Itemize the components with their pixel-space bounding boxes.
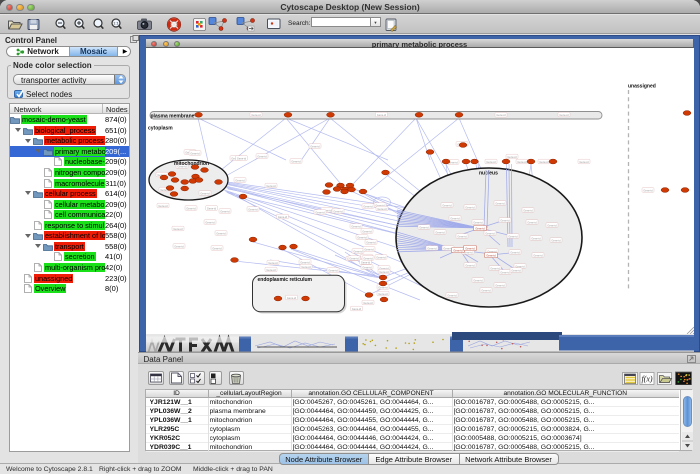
svg-text:Gene-id: Gene-id [496,113,506,117]
svg-text:Gene-id: Gene-id [333,209,343,213]
svg-text:Gene-id: Gene-id [174,244,184,248]
svg-text:Gene-id: Gene-id [301,265,311,269]
svg-text:Gene-id: Gene-id [485,231,495,235]
svg-text:Gene-id: Gene-id [463,250,473,254]
svg-text:Gene-id: Gene-id [353,249,363,253]
svg-text:Gene-id: Gene-id [366,240,376,244]
svg-text:Gene-id: Gene-id [361,260,371,264]
svg-text:Gene-id: Gene-id [362,229,372,233]
svg-text:Gene-id: Gene-id [500,270,510,274]
svg-text:Gene-id: Gene-id [363,204,373,208]
svg-text:Gene-id: Gene-id [533,253,543,257]
svg-text:Gene-id: Gene-id [473,220,483,224]
svg-text:Gene-id: Gene-id [447,293,457,297]
svg-text:Gene-id: Gene-id [251,113,261,117]
svg-text:Gene-id: Gene-id [453,248,463,252]
svg-text:plasma membrane: plasma membrane [151,114,195,120]
svg-text:Gene-id: Gene-id [551,238,561,242]
svg-text:Gene-id: Gene-id [547,223,557,227]
svg-text:Gene-id: Gene-id [517,160,527,164]
svg-text:Gene-id: Gene-id [351,224,361,228]
svg-text:Gene-id: Gene-id [507,155,517,159]
svg-text:Gene-id: Gene-id [465,263,475,267]
svg-text:Gene-id: Gene-id [531,236,541,240]
svg-text:cytoplasm: cytoplasm [148,126,173,132]
svg-text:Gene-id: Gene-id [220,209,230,213]
svg-text:Gene-id: Gene-id [457,234,467,238]
svg-text:Gene-id: Gene-id [158,204,168,208]
svg-text:Gene-id: Gene-id [363,301,373,305]
svg-text:Gene-id: Gene-id [207,206,217,210]
svg-text:Gene-id: Gene-id [442,203,452,207]
svg-text:f(x): f(x) [641,375,652,384]
svg-text:Gene-id: Gene-id [315,210,325,214]
svg-text:Gene-id: Gene-id [349,256,359,260]
svg-text:Gene-id: Gene-id [287,296,297,300]
svg-text:Gene-id: Gene-id [419,225,429,229]
svg-text:1:1: 1:1 [113,21,119,26]
svg-text:Gene-id: Gene-id [376,255,386,259]
svg-text:endoplasmic reticulum: endoplasmic reticulum [258,277,313,283]
svg-text:Gene-id: Gene-id [266,268,276,272]
svg-text:Gene-id: Gene-id [291,159,301,163]
svg-text:Gene-id: Gene-id [473,278,483,282]
svg-text:Gene-id: Gene-id [237,156,247,160]
svg-text:unassigned: unassigned [628,84,656,90]
svg-text:Gene-id: Gene-id [475,226,485,230]
svg-text:Gene-id: Gene-id [510,250,520,254]
svg-text:Gene-id: Gene-id [216,231,226,235]
svg-text:Gene-id: Gene-id [377,113,387,117]
svg-text:Gene-id: Gene-id [186,206,196,210]
svg-text:Gene-id: Gene-id [427,246,437,250]
svg-text:Gene-id: Gene-id [643,188,653,192]
svg-text:Gene-id: Gene-id [500,218,510,222]
svg-text:Gene-id: Gene-id [248,207,258,211]
svg-text:Gene-id: Gene-id [268,261,278,265]
svg-text:Gene-id: Gene-id [481,288,491,292]
svg-text:Gene-id: Gene-id [235,178,245,182]
svg-text:Gene-id: Gene-id [310,144,320,148]
svg-text:Gene-id: Gene-id [379,270,389,274]
svg-text:Gene-id: Gene-id [378,292,388,296]
svg-text:Gene-id: Gene-id [495,201,505,205]
svg-text:Gene-id: Gene-id [486,160,496,164]
svg-text:Gene-id: Gene-id [173,227,183,231]
svg-text:Gene-id: Gene-id [362,265,372,269]
svg-text:Gene-id: Gene-id [559,113,569,117]
svg-text:Gene-id: Gene-id [364,247,374,251]
svg-text:Gene-id: Gene-id [266,184,276,188]
svg-text:Gene-id: Gene-id [465,246,475,250]
svg-text:Gene-id: Gene-id [486,253,496,257]
svg-text:Gene-id: Gene-id [257,154,267,158]
svg-text:Gene-id: Gene-id [328,268,338,272]
svg-text:Gene-id: Gene-id [435,230,445,234]
svg-text:Gene-id: Gene-id [205,220,215,224]
svg-text:Gene-id: Gene-id [278,215,288,219]
svg-text:Gene-id: Gene-id [490,266,500,270]
svg-text:Gene-id: Gene-id [377,207,387,211]
svg-text:Gene-id: Gene-id [212,246,222,250]
svg-text:Gene-id: Gene-id [508,234,518,238]
svg-text:Gene-id: Gene-id [465,205,475,209]
svg-text:Gene-id: Gene-id [200,191,210,195]
svg-text:Gene-id: Gene-id [300,260,310,264]
svg-text:Gene-id: Gene-id [495,283,505,287]
svg-text:Gene-id: Gene-id [363,256,373,260]
svg-text:Gene-id: Gene-id [579,160,589,164]
svg-text:Gene-id: Gene-id [527,220,537,224]
svg-text:Gene-id: Gene-id [511,268,521,272]
svg-text:mitochondrion: mitochondrion [174,161,209,167]
svg-text:Gene-id: Gene-id [523,208,533,212]
svg-text:Gene-id: Gene-id [352,307,362,311]
svg-text:Gene-id: Gene-id [190,151,200,155]
svg-text:Gene-id: Gene-id [357,235,367,239]
svg-text:Gene-id: Gene-id [450,216,460,220]
svg-text:Gene-id: Gene-id [539,160,549,164]
